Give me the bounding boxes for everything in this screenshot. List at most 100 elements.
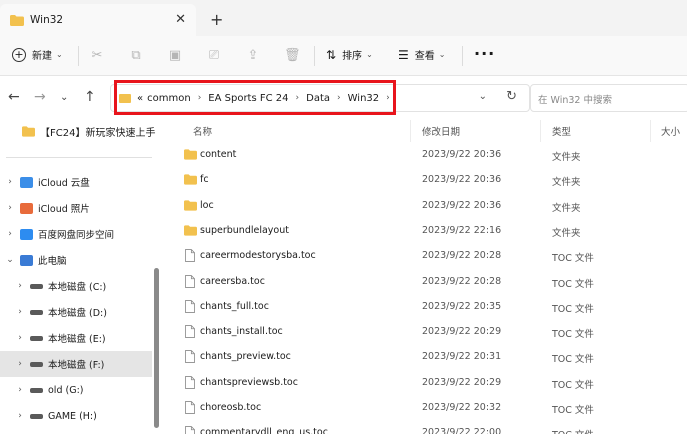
- refresh-icon[interactable]: ↻: [506, 89, 517, 104]
- sidebar-item-this-pc[interactable]: ⌄ 此电脑: [0, 247, 152, 273]
- file-type: TOC 文件: [552, 405, 594, 416]
- column-header-date[interactable]: 修改日期: [422, 124, 460, 138]
- file-name: choreosb.toc: [200, 402, 262, 413]
- file-row[interactable]: choreosb.toc 2023/9/22 20:32 TOC 文件: [180, 396, 687, 421]
- file-row[interactable]: careersba.toc 2023/9/22 20:28 TOC 文件: [180, 270, 687, 295]
- file-row[interactable]: commentarydll_eng_us.toc 2023/9/22 22:00 T…: [180, 421, 687, 434]
- chevron-right-icon: ›: [18, 411, 22, 421]
- column-divider[interactable]: [650, 120, 651, 142]
- file-type: TOC 文件: [552, 427, 594, 434]
- view-icon: ☰: [398, 47, 409, 62]
- column-divider[interactable]: [410, 120, 411, 142]
- sidebar-item-drive-e[interactable]: › 本地磁盘 (E:): [0, 325, 152, 351]
- toolbar-divider: [462, 46, 463, 66]
- file-type: 文件夹: [552, 177, 581, 189]
- sidebar-item-drive-f[interactable]: › 本地磁盘 (F:): [0, 351, 152, 377]
- up-icon[interactable]: ↑: [84, 89, 96, 105]
- file-name: careersba.toc: [200, 275, 265, 287]
- new-tab-button[interactable]: +: [210, 10, 223, 29]
- column-header-type[interactable]: 类型: [552, 124, 571, 138]
- file-icon: [185, 350, 195, 364]
- tab-win32[interactable]: Win32 ✕: [0, 4, 196, 36]
- baidu-netdisk-icon: [20, 228, 33, 240]
- sidebar-item-label: 本地磁盘 (F:): [48, 360, 105, 371]
- sidebar-item-label: old (G:): [48, 384, 84, 396]
- sidebar-item-baidu-netdisk[interactable]: › 百度网盘同步空间: [0, 221, 152, 247]
- forward-icon[interactable]: →: [34, 89, 46, 105]
- column-header-size[interactable]: 大小: [661, 124, 680, 138]
- file-row[interactable]: chants_install.toc 2023/9/22 20:29 TOC 文件: [180, 320, 687, 345]
- sidebar-item-icloud-photos[interactable]: › iCloud 照片: [0, 195, 152, 221]
- sidebar-item-drive-g[interactable]: › old (G:): [0, 377, 152, 403]
- tab-title: Win32: [30, 14, 64, 26]
- file-date: 2023/9/22 20:29: [422, 326, 502, 338]
- cut-icon[interactable]: ✂: [89, 48, 105, 64]
- file-row[interactable]: content 2023/9/22 20:36 文件夹: [180, 143, 687, 168]
- file-date: 2023/9/22 20:36: [422, 174, 502, 186]
- share-icon[interactable]: ⇪: [245, 48, 261, 64]
- file-name: commentarydll_eng_us.toc: [200, 427, 328, 434]
- address-dropdown-icon[interactable]: ⌄: [479, 91, 487, 102]
- chevron-down-icon: ⌄: [56, 50, 63, 59]
- file-row[interactable]: chants_preview.toc 2023/9/22 20:31 TOC 文件: [180, 345, 687, 370]
- quick-access-item[interactable]: 【FC24】新玩家快速上手: [22, 124, 155, 139]
- recent-locations-icon[interactable]: ⌄: [60, 92, 68, 103]
- folder-icon: [10, 14, 24, 26]
- file-name: superbundlelayout: [200, 224, 289, 236]
- folder-icon: [184, 199, 197, 211]
- search-input[interactable]: 在 Win32 中搜索: [530, 84, 687, 112]
- view-button[interactable]: ☰ 查看 ⌄: [398, 47, 446, 63]
- sidebar-item-drive-h[interactable]: › GAME (H:): [0, 403, 152, 429]
- file-name: fc: [200, 174, 209, 186]
- file-row[interactable]: chantspreviewsb.toc 2023/9/22 20:29 TOC 文件: [180, 371, 687, 396]
- folder-icon: [184, 149, 197, 160]
- chevron-down-icon: ⌄: [438, 50, 446, 59]
- sort-button[interactable]: ⇅ 排序 ⌄: [326, 47, 373, 63]
- file-type: TOC 文件: [552, 329, 594, 341]
- file-row[interactable]: loc 2023/9/22 20:36 文件夹: [180, 194, 687, 219]
- column-header-name[interactable]: 名称: [193, 124, 212, 138]
- file-icon: [185, 375, 195, 389]
- sidebar-item-drive-c[interactable]: › 本地磁盘 (C:): [0, 273, 152, 299]
- column-divider[interactable]: [540, 120, 541, 142]
- this-pc-icon: [20, 254, 33, 266]
- sidebar-scrollbar[interactable]: [154, 268, 159, 428]
- back-icon[interactable]: ←: [8, 89, 20, 105]
- icloud-drive-icon: [20, 176, 33, 188]
- file-name: careermodestorysba.toc: [200, 250, 316, 262]
- sort-icon: ⇅: [326, 47, 337, 62]
- drive-d-icon: [30, 309, 43, 315]
- file-name: chants_full.toc: [200, 300, 269, 312]
- new-button[interactable]: + 新建 ⌄: [12, 47, 63, 62]
- chevron-down-icon: ⌄: [6, 255, 14, 265]
- file-type: TOC 文件: [552, 379, 594, 391]
- file-icon: [185, 249, 195, 263]
- more-options-icon[interactable]: ···: [474, 44, 495, 63]
- file-row[interactable]: careermodestorysba.toc 2023/9/22 20:28 TOC…: [180, 244, 687, 269]
- file-row[interactable]: fc 2023/9/22 20:36 文件夹: [180, 168, 687, 193]
- copy-icon[interactable]: ⧉: [128, 48, 144, 64]
- file-type: TOC 文件: [552, 253, 594, 265]
- file-row[interactable]: superbundlelayout 2023/9/22 22:16 文件夹: [180, 219, 687, 244]
- file-name: chants_install.toc: [200, 326, 283, 338]
- file-date: 2023/9/22 20:35: [422, 300, 502, 312]
- file-name: loc: [200, 199, 214, 211]
- file-row[interactable]: chants_full.toc 2023/9/22 20:35 TOC 文件: [180, 295, 687, 320]
- file-date: 2023/9/22 22:00: [422, 427, 502, 434]
- file-type: 文件夹: [552, 202, 581, 214]
- chevron-right-icon: ›: [18, 281, 22, 291]
- file-name: content: [200, 149, 237, 160]
- chevron-down-icon: ⌄: [366, 50, 373, 59]
- delete-icon[interactable]: 🗑: [284, 48, 301, 64]
- sidebar-item-label: GAME (H:): [48, 410, 97, 422]
- sidebar-item-label: iCloud 云盘: [38, 178, 90, 189]
- toolbar-divider: [78, 46, 79, 66]
- file-type: TOC 文件: [552, 354, 594, 366]
- close-tab-icon[interactable]: ✕: [175, 12, 186, 27]
- paste-icon[interactable]: ▣: [167, 48, 183, 64]
- drive-g-icon: [30, 387, 43, 393]
- sidebar-item-drive-d[interactable]: › 本地磁盘 (D:): [0, 299, 152, 325]
- sidebar-item-label: 百度网盘同步空间: [38, 230, 115, 241]
- rename-icon[interactable]: ⎚: [206, 48, 222, 64]
- sidebar-item-icloud-drive[interactable]: › iCloud 云盘: [0, 169, 152, 195]
